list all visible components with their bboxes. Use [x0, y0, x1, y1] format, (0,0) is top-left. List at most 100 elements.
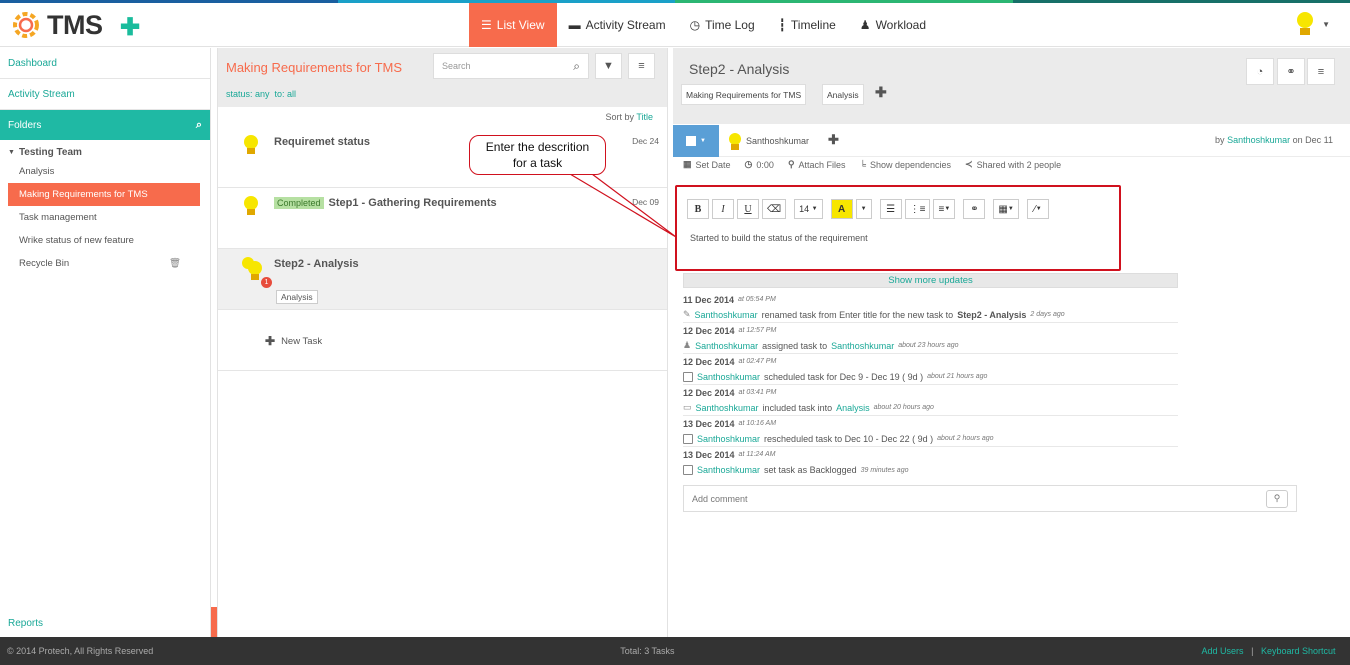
task-row-selected[interactable]: 1 Step2 - Analysis Analysis	[218, 249, 667, 310]
task-title[interactable]: Requiremet status	[274, 136, 370, 148]
sidebar-item-recycle-bin[interactable]: Recycle Bin 🗑	[0, 252, 200, 275]
attach-files-button[interactable]: ⚲ Attach Files	[788, 159, 846, 170]
show-more-updates[interactable]: Show more updates	[683, 273, 1178, 288]
sidebar-item-label: Analysis	[19, 166, 55, 177]
italic-button[interactable]: I	[712, 199, 734, 219]
assign-user-icon: ♟	[683, 340, 692, 350]
editor-content[interactable]: Started to build the status of the requi…	[690, 233, 868, 243]
task-title[interactable]: Step2 - Analysis	[274, 258, 359, 270]
magic-dropdown[interactable]: ⁄ ▼	[1026, 199, 1049, 219]
menu-button[interactable]: ≡	[628, 53, 655, 79]
nav-time-log[interactable]: ◷ Time Log	[678, 3, 767, 47]
sidebar-folders-header[interactable]: Folders ⌕	[0, 110, 210, 140]
text-color-dropdown[interactable]: ▼	[855, 199, 872, 219]
task-title[interactable]: Completed Step1 - Gathering Requirements	[274, 197, 497, 209]
app-logo[interactable]: TMS	[8, 8, 103, 42]
feed-user-link[interactable]: Santhoshkumar	[695, 310, 758, 320]
task-folder-tag[interactable]: Analysis	[276, 290, 318, 304]
feed-user-link[interactable]: Santhoshkumar	[695, 341, 758, 351]
table-dropdown[interactable]: ▦ ▼	[993, 199, 1019, 219]
keyboard-shortcut-link[interactable]: Keyboard Shortcut	[1261, 646, 1336, 656]
attach-comment-button[interactable]: ⚲	[1266, 489, 1288, 508]
status-dropdown[interactable]: ▼	[673, 125, 719, 157]
add-comment-input[interactable]: Add comment ⚲	[683, 485, 1297, 512]
link-button[interactable]: ⚭	[963, 199, 986, 219]
bold-button[interactable]: B	[687, 199, 709, 219]
description-editor[interactable]: B I U ⌫ 14 ▼ A ▼ ☰ ⋮≡ ≡ ▼ ⚭ ▦ ▼ ⁄ ▼ Started…	[675, 185, 1121, 271]
footer-separator: |	[1251, 646, 1254, 656]
new-task-button[interactable]: ✚ New Task	[265, 334, 322, 348]
sort-field[interactable]: Title	[636, 112, 653, 122]
sidebar-item-making-requirements[interactable]: Making Requirements for TMS	[8, 183, 200, 206]
sidebar-team[interactable]: ▼ Testing Team	[0, 140, 210, 160]
crumb-folder[interactable]: Making Requirements for TMS	[681, 84, 807, 105]
task-detail-title[interactable]: Step2 - Analysis	[689, 61, 789, 77]
chevron-down-icon: ▼	[811, 206, 818, 212]
clock-icon: ◷	[689, 18, 701, 32]
editor-toolbar: B I U ⌫ 14 ▼ A ▼ ☰ ⋮≡ ≡ ▼ ⚭ ▦ ▼ ⁄ ▼	[687, 199, 1049, 219]
feed-text: included task into	[762, 402, 833, 413]
text-color-button[interactable]: A	[830, 199, 853, 219]
nav-label: Timeline	[790, 18, 836, 32]
feed-user-link[interactable]: Santhoshkumar	[696, 403, 759, 413]
more-menu-button[interactable]: ≡	[1307, 58, 1335, 85]
crumb-analysis[interactable]: Analysis	[822, 84, 864, 105]
feed-date: 13 Dec 2014 at 10:16 AM	[683, 416, 1178, 431]
link-button[interactable]: ⚭	[1277, 58, 1305, 85]
numbered-list-button[interactable]: ⋮≡	[904, 199, 931, 219]
share-button[interactable]: ≺ Shared with 2 people	[965, 159, 1061, 170]
feed-item: ♟ Santhoshkumar assigned task to Santhoshku…	[683, 338, 1178, 354]
add-new-button[interactable]: ✚	[120, 13, 140, 42]
nav-timeline[interactable]: ┇ Timeline	[767, 3, 848, 47]
underline-button[interactable]: U	[737, 199, 759, 219]
logo-text: TMS	[47, 9, 103, 40]
sidebar-item-analysis[interactable]: Analysis	[0, 160, 200, 183]
search-icon[interactable]: ⌕	[196, 119, 202, 132]
sidebar-item-task-management[interactable]: Task management	[0, 206, 200, 229]
set-date-button[interactable]: ▦ Set Date	[683, 159, 731, 170]
sidebar-activity-stream[interactable]: Activity Stream	[0, 79, 210, 110]
nav-workload[interactable]: ♟ Workload	[848, 3, 938, 47]
numbered-list-icon: ⋮≡	[909, 203, 926, 215]
nav-list-view[interactable]: ☰ List View	[469, 3, 557, 47]
sidebar: Dashboard Activity Stream Folders ⌕ ▼ Te…	[0, 48, 211, 637]
nav-activity-stream[interactable]: ▬ Activity Stream	[557, 3, 678, 47]
feed-user-link[interactable]: Santhoshkumar	[697, 465, 760, 475]
feed-user-link[interactable]: Santhoshkumar	[697, 434, 760, 444]
assignee-count-badge: 1	[261, 277, 272, 288]
paperclip-icon: ⚲	[787, 159, 795, 169]
sidebar-dashboard[interactable]: Dashboard	[0, 48, 210, 79]
sort-prefix: Sort by	[605, 112, 634, 122]
creator-link[interactable]: Santhoshkumar	[1227, 135, 1290, 145]
assignee-filter-all[interactable]: to: all	[275, 89, 297, 99]
eraser-icon: ⌫	[767, 203, 782, 215]
feed-text: rescheduled task to Dec 10 - Dec 22 ( 9d…	[764, 433, 934, 444]
add-assignee-plus-icon[interactable]: ✚	[828, 132, 839, 148]
user-menu[interactable]: ▼	[1294, 11, 1330, 37]
font-size-dropdown[interactable]: 14 ▼	[794, 199, 823, 219]
status-filter[interactable]: status: any to: all	[226, 89, 296, 99]
total-tasks: Total: 3 Tasks	[620, 646, 675, 656]
feed-folder-link[interactable]: Analysis	[836, 403, 870, 413]
time-button[interactable]: ◷ 0:00	[745, 159, 774, 170]
show-dependencies-button[interactable]: ╘ Show dependencies	[860, 159, 951, 170]
add-users-link[interactable]: Add Users	[1202, 646, 1244, 656]
task-search-input[interactable]: Search ⌕	[433, 53, 589, 79]
eraser-button[interactable]: ⌫	[762, 199, 787, 219]
feed-user-link[interactable]: Santhoshkumar	[697, 372, 760, 382]
align-dropdown[interactable]: ≡ ▼	[933, 199, 956, 219]
feed-user-link[interactable]: Santhoshkumar	[831, 341, 894, 351]
feed-date-text: 12 Dec 2014	[683, 387, 735, 398]
sidebar-reports[interactable]: Reports	[8, 618, 43, 629]
bullet-list-button[interactable]: ☰	[879, 199, 902, 219]
feed-time: at 10:16 AM	[738, 420, 777, 427]
sort-by[interactable]: Sort by Title	[605, 112, 653, 122]
rss-button[interactable]: ◔	[1246, 58, 1274, 85]
status-filter-any[interactable]: status: any	[226, 89, 270, 99]
callout-line-1: Enter the descrition	[485, 140, 590, 154]
filter-button[interactable]: ▼	[595, 53, 622, 79]
list-icon: ☰	[481, 18, 492, 32]
add-folder-plus-icon[interactable]: ✚	[875, 84, 887, 101]
assignee-name[interactable]: Santhoshkumar	[746, 136, 809, 146]
sidebar-item-wrike-status[interactable]: Wrike status of new feature	[0, 229, 200, 252]
